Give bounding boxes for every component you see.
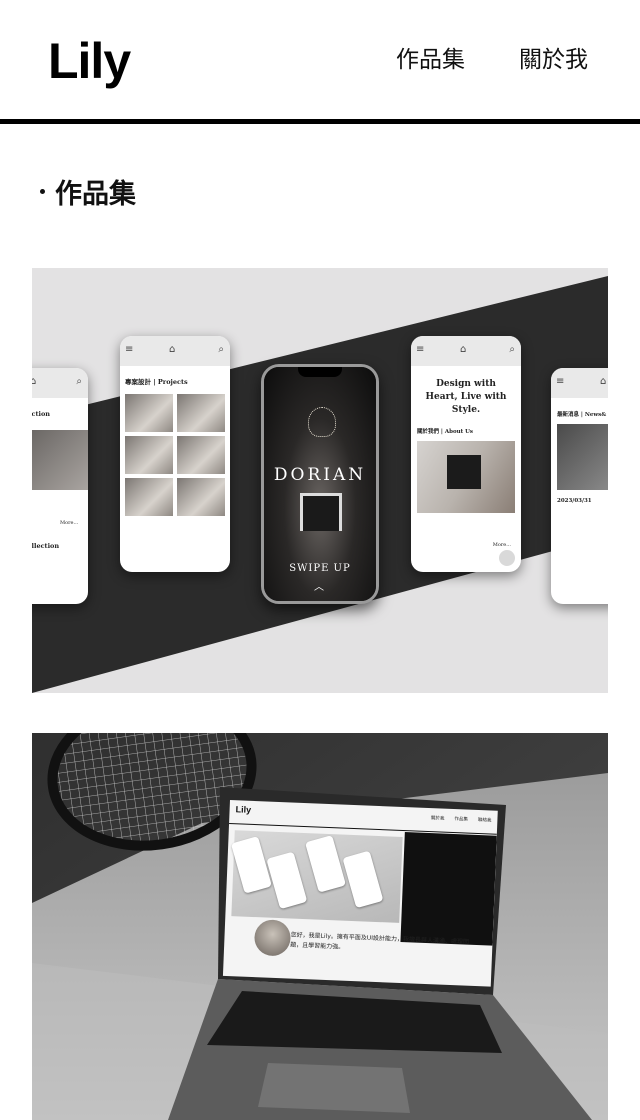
screen-dark-panel — [400, 832, 497, 946]
home-icon: ⌂ — [600, 376, 607, 387]
project-thumbnail — [177, 436, 225, 474]
site-header: Lily 作品集 關於我 — [0, 0, 640, 124]
about-image — [417, 441, 515, 513]
search-icon: ⌕ — [76, 376, 82, 387]
menu-icon: ≡ — [556, 376, 565, 387]
nav-about-link[interactable]: 關於我 — [519, 44, 588, 76]
screen-logo: Lily — [235, 804, 252, 815]
collection-image — [32, 430, 88, 490]
phone-notch — [298, 367, 342, 377]
about-subheading: 關於我們 | About Us — [417, 429, 473, 435]
about-tagline: Design with Heart, Live with Style. — [425, 379, 507, 415]
portfolio-card-mobile[interactable]: ⌂ ⌕ ge Collection More... iture Collectio… — [32, 268, 608, 693]
site-logo[interactable]: Lily — [48, 30, 131, 92]
screen-nav-about: 關於我 — [430, 816, 445, 822]
brand-name: DORIAN — [273, 465, 367, 485]
news-date: 2023/03/31 — [557, 498, 592, 504]
project-thumbnail-grid — [120, 394, 230, 516]
search-icon: ⌕ — [509, 344, 515, 355]
menu-icon: ≡ — [416, 344, 425, 355]
project-thumbnail — [125, 478, 173, 516]
screen-nav-portfolio: 作品集 — [454, 817, 468, 823]
nav-portfolio-link[interactable]: 作品集 — [396, 44, 465, 76]
home-icon: ⌂ — [460, 344, 467, 355]
collection-more-link: More... — [60, 520, 79, 526]
screen-nav: 關於我 作品集 聯絡我 — [431, 815, 492, 823]
swipe-up-label: SWIPE UP — [289, 563, 351, 574]
project-thumbnail — [125, 394, 173, 432]
phone-mockup-dorian: DORIAN SWIPE UP ︿ — [261, 364, 379, 604]
collection-title-a: ge Collection — [32, 410, 51, 418]
section-heading: 作品集 — [40, 172, 136, 211]
bullet-icon — [40, 189, 45, 194]
screen-tile — [266, 851, 308, 910]
collection-title-b: iture Collection — [32, 542, 60, 550]
project-thumbnail — [177, 478, 225, 516]
avatar — [253, 919, 292, 957]
menu-icon: ≡ — [125, 344, 134, 355]
project-thumbnail — [125, 436, 173, 474]
news-heading: 最新消息 | News& — [557, 412, 607, 418]
home-icon: ⌂ — [32, 376, 37, 387]
chat-button — [499, 550, 515, 566]
portfolio-card-website[interactable]: Lily 關於我 作品集 聯絡我 您好，我是Lily。擁有平面及UI設計能力，我… — [32, 733, 608, 1120]
about-more-link: More... — [492, 542, 511, 548]
phone-mockup-projects: ≡ ⌂ ⌕ 專案設計 | Projects — [120, 336, 230, 572]
sign-logo — [447, 455, 481, 489]
phone-mockup-news: ≡ ⌂ 最新消息 | News& 2023/03/31 — [551, 368, 608, 604]
phone-mockup-about: ≡ ⌂ ⌕ Design with Heart, Live with Style. … — [411, 336, 521, 572]
section-title: 作品集 — [55, 179, 136, 210]
screen-mockup-tiles — [230, 830, 403, 923]
screen-tile — [342, 850, 384, 909]
screen-tile — [230, 836, 272, 894]
projects-heading: 專案設計 | Projects — [125, 378, 188, 386]
news-image — [557, 424, 608, 490]
project-thumbnail — [177, 394, 225, 432]
home-icon: ⌂ — [169, 344, 176, 355]
chandelier-icon — [308, 407, 336, 437]
laptop-screen: Lily 關於我 作品集 聯絡我 您好，我是Lily。擁有平面及UI設計能力，我… — [222, 800, 498, 987]
screen-tile — [304, 835, 347, 893]
fireplace-shape — [300, 493, 342, 531]
phone-mockup-collection: ⌂ ⌕ ge Collection More... iture Collectio… — [32, 368, 88, 604]
search-icon: ⌕ — [218, 344, 224, 355]
chevron-up-icon: ︿ — [314, 582, 324, 593]
main-nav: 作品集 關於我 — [396, 44, 588, 76]
screen-nav-contact: 聯絡我 — [477, 817, 492, 824]
